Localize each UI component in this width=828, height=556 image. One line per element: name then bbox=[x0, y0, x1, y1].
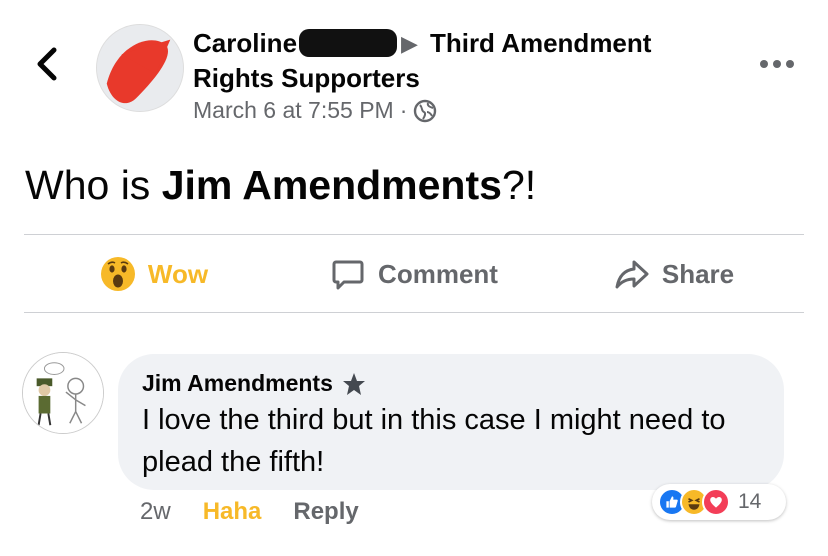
reaction-summary[interactable]: 14 bbox=[652, 484, 786, 520]
commenter-avatar[interactable] bbox=[22, 352, 104, 434]
comment-time[interactable]: 2w bbox=[140, 498, 171, 526]
love-heart-glyph bbox=[710, 497, 722, 508]
like-thumb-glyph bbox=[666, 496, 678, 508]
group-name-continued[interactable]: Rights Supporters bbox=[193, 63, 420, 93]
share-button[interactable]: Share bbox=[544, 236, 804, 312]
globe-icon bbox=[414, 99, 437, 122]
wow-reaction-button[interactable]: Wow bbox=[24, 236, 284, 312]
share-icon bbox=[615, 260, 649, 289]
reply-button[interactable]: Reply bbox=[293, 498, 358, 526]
reaction-count: 14 bbox=[738, 490, 762, 513]
comment-author[interactable]: Jim Amendments bbox=[142, 370, 333, 397]
arrow-right-icon: ▶ bbox=[401, 31, 418, 56]
more-dot bbox=[773, 60, 781, 68]
comment-author-row: Jim Amendments bbox=[142, 370, 760, 397]
divider-top bbox=[24, 234, 804, 235]
more-dots-icon bbox=[760, 60, 768, 68]
love-icon bbox=[702, 488, 730, 516]
post-meta: March 6 at 7:55 PM · bbox=[193, 97, 693, 124]
comment-actions: 2w Haha Reply bbox=[140, 498, 359, 526]
wow-label: Wow bbox=[147, 258, 209, 289]
post-text-prefix: Who is bbox=[25, 162, 162, 208]
author-avatar[interactable] bbox=[96, 24, 184, 112]
post-body: Who is Jim Amendments?! bbox=[25, 160, 536, 210]
scribbled-avatar-image bbox=[97, 25, 183, 111]
author-name[interactable]: Caroline bbox=[193, 28, 297, 58]
post-header: Caroline ▶ Third Amendment Rights Supporte… bbox=[193, 26, 693, 124]
redacted-name bbox=[299, 29, 398, 57]
author-line: Caroline ▶ Third Amendment Rights Supporte… bbox=[193, 26, 693, 95]
post-timestamp[interactable]: March 6 at 7:55 PM bbox=[193, 97, 394, 124]
commenter-avatar-image bbox=[23, 353, 103, 433]
more-dot bbox=[786, 60, 794, 68]
haha-reaction-button[interactable]: Haha bbox=[203, 498, 262, 526]
comment-icon bbox=[332, 260, 364, 290]
meta-separator: · bbox=[399, 97, 408, 123]
post-text-bold: Jim Amendments bbox=[161, 162, 502, 208]
share-label: Share bbox=[661, 258, 735, 289]
post-text-suffix: ?! bbox=[501, 162, 537, 208]
group-name[interactable]: Third Amendment bbox=[430, 28, 651, 58]
comment-bubble: Jim Amendments I love the third but in t… bbox=[118, 354, 784, 490]
more-options-button[interactable] bbox=[760, 52, 800, 76]
back-button[interactable] bbox=[34, 44, 62, 84]
star-icon bbox=[342, 372, 365, 395]
divider-bottom bbox=[24, 312, 804, 313]
comment-text: I love the third but in this case I migh… bbox=[142, 404, 726, 478]
comment-button[interactable]: Comment bbox=[284, 236, 544, 312]
back-chevron-icon bbox=[37, 47, 57, 81]
comment-label: Comment bbox=[378, 258, 498, 289]
post-actions-bar: Wow Comment Share bbox=[24, 236, 804, 312]
wow-emoji-icon bbox=[100, 257, 135, 291]
